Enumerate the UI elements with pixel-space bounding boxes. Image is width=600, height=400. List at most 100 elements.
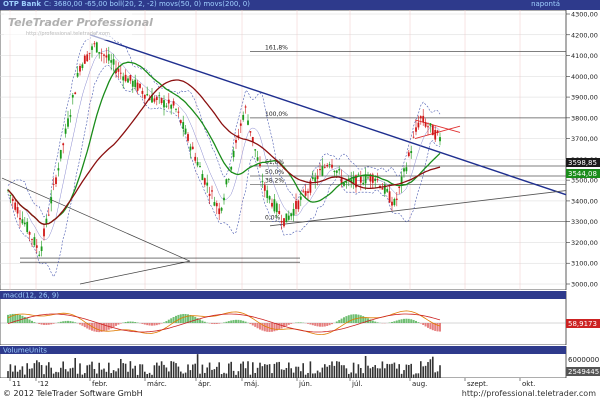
macd-histogram-bar xyxy=(314,323,317,326)
candle-body xyxy=(247,120,249,125)
volume-bar xyxy=(122,363,124,378)
macd-histogram-bar xyxy=(338,320,341,323)
macd-histogram-bar xyxy=(412,319,415,323)
macd-histogram-bar xyxy=(278,323,281,330)
volume-bar xyxy=(69,368,72,378)
candle-body xyxy=(187,134,189,141)
fib-level-label: 50,0% xyxy=(265,169,284,176)
candle-body xyxy=(107,54,110,61)
macd-histogram-bar xyxy=(52,323,55,324)
volume-chart[interactable]: VolumeUnits 6000000 2549445 xyxy=(0,346,600,378)
macd-histogram-bar xyxy=(26,318,29,323)
volume-bar xyxy=(163,364,165,378)
candle-body xyxy=(14,202,17,210)
candle-body xyxy=(227,179,230,180)
macd-histogram-bar xyxy=(119,323,122,324)
volume-bar xyxy=(436,371,439,378)
macd-histogram-bar xyxy=(343,317,345,323)
volume-bar xyxy=(28,368,31,378)
volume-bar xyxy=(108,362,110,378)
macd-histogram-bar xyxy=(191,315,194,323)
macd-histogram-bar xyxy=(352,314,355,323)
volume-bar xyxy=(280,369,283,378)
volume-bar xyxy=(88,364,91,378)
candle-body xyxy=(223,197,225,201)
volume-bar xyxy=(192,364,194,378)
volume-bar xyxy=(237,371,240,378)
macd-histogram-bar xyxy=(321,323,324,327)
macd-histogram-bar xyxy=(146,323,149,326)
macd-histogram-bar xyxy=(316,323,319,327)
time-axis: 11 '12 febr. márc. ápr. máj. jún. júl. aug. szept… xyxy=(9,378,535,388)
candle-body xyxy=(242,114,245,120)
macd-chart[interactable]: macd(12, 26, 9) 58,9173 xyxy=(0,291,600,345)
volume-bar xyxy=(72,367,74,378)
macd-histogram-bar xyxy=(297,322,300,323)
candle-body xyxy=(203,178,206,185)
volume-bar xyxy=(309,361,312,378)
price-tick-label: 3300,00 xyxy=(571,218,598,226)
candle-body xyxy=(143,94,146,99)
volume-bar xyxy=(432,356,434,378)
candle-body xyxy=(76,73,79,77)
volume-bar xyxy=(139,364,141,378)
macd-histogram-bar xyxy=(323,323,326,327)
candle-body xyxy=(275,203,278,213)
candle-body xyxy=(206,182,209,186)
volume-bar xyxy=(98,362,100,378)
volume-bar xyxy=(352,362,355,378)
volume-bar xyxy=(302,363,304,378)
macd-histogram-bar xyxy=(400,319,403,323)
volume-bar xyxy=(172,361,175,378)
volume-bar xyxy=(74,357,76,378)
volume-bar xyxy=(420,361,422,378)
macd-histogram-bar xyxy=(225,321,228,323)
volume-bar xyxy=(283,369,285,378)
macd-histogram-bar xyxy=(153,323,156,326)
macd-histogram-bar xyxy=(67,320,69,323)
volume-bar xyxy=(86,365,88,378)
candle-body xyxy=(386,189,389,192)
macd-histogram-bar xyxy=(376,322,379,323)
time-axis-label: márc. xyxy=(147,380,167,388)
macd-histogram-bar xyxy=(151,323,153,326)
volume-bar xyxy=(326,366,328,378)
candle-body xyxy=(184,128,187,134)
macd-histogram-bar xyxy=(422,323,425,325)
macd-histogram-bar xyxy=(81,323,84,326)
period-label[interactable]: napontá xyxy=(531,0,560,8)
macd-histogram-bar xyxy=(7,314,9,323)
macd-histogram-bar xyxy=(71,321,74,323)
macd-histogram-bar xyxy=(237,319,240,323)
volume-bar xyxy=(288,362,290,378)
volume-bar xyxy=(324,364,326,378)
price-chart[interactable]: 161,8%100,0%61,8%50,0%38,2%0,0% 4300,004… xyxy=(0,10,600,290)
candle-body xyxy=(172,101,175,106)
volume-bar xyxy=(321,367,324,378)
volume-bar xyxy=(14,365,16,378)
volume-bar xyxy=(230,361,232,378)
ma50-price-tag: 3544,08 xyxy=(568,170,597,178)
macd-histogram-bar xyxy=(357,314,360,323)
candle-body xyxy=(57,168,60,171)
macd-histogram-bar xyxy=(184,313,187,323)
volume-bar xyxy=(36,360,38,378)
footer-url[interactable]: http://professional.teletrader.com xyxy=(462,389,596,398)
candle-body xyxy=(307,191,309,193)
volume-bar xyxy=(196,354,199,378)
macd-histogram-bar xyxy=(405,318,408,323)
volume-bar xyxy=(206,367,208,378)
volume-label: VolumeUnits xyxy=(3,347,47,355)
candle-body xyxy=(333,170,336,173)
candle-body xyxy=(388,191,391,203)
macd-histogram-bar xyxy=(57,322,60,323)
candle-body xyxy=(357,174,360,176)
candle-body xyxy=(235,139,237,143)
fib-level-label: 0,0% xyxy=(265,215,281,222)
volume-bar xyxy=(384,368,386,378)
macd-histogram-bar xyxy=(271,323,273,332)
volume-bar xyxy=(300,371,302,378)
time-axis-label: febr. xyxy=(92,380,108,388)
macd-histogram-bar xyxy=(83,323,86,328)
volume-bar xyxy=(60,367,62,378)
